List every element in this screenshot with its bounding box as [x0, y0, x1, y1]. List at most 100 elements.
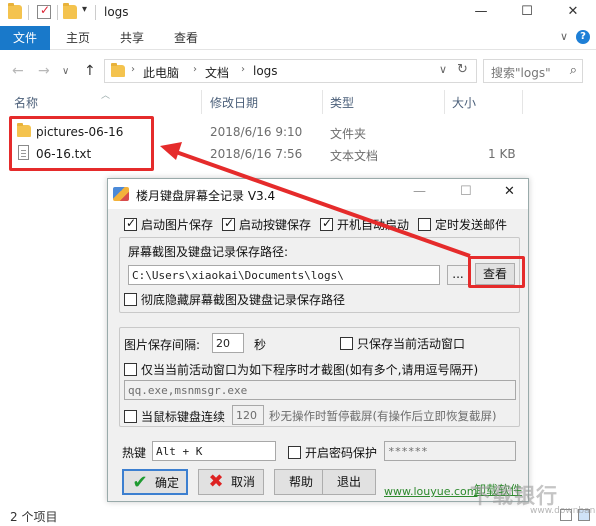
breadcrumb-separator[interactable]: ›	[193, 64, 197, 75]
password-input[interactable]: ******	[384, 441, 516, 461]
dialog-maximize-button[interactable]: ☐	[460, 184, 472, 199]
idle-suffix: 秒无操作时暂停截屏(有操作后立即恢复截屏)	[269, 409, 497, 423]
column-name[interactable]: 名称	[14, 94, 38, 111]
column-type[interactable]: 类型	[330, 94, 354, 111]
divider	[28, 5, 29, 20]
folder-icon	[111, 63, 125, 77]
option-program-only[interactable]: 仅当当前活动窗口为如下程序时才截图(如有多个,请用逗号隔开)	[124, 361, 478, 378]
option-label: 开机自动启动	[337, 218, 410, 232]
search-placeholder: 搜索"logs"	[491, 66, 551, 80]
new-folder-icon[interactable]	[63, 3, 77, 19]
minimize-button[interactable]: —	[458, 0, 504, 26]
close-icon: ✖	[208, 470, 224, 492]
website-link[interactable]: www.louyue.com	[384, 485, 477, 498]
search-icon[interactable]: ⌕	[570, 63, 577, 78]
recent-locations-button[interactable]: ∨	[62, 66, 69, 77]
tab-view[interactable]: 查看	[166, 26, 206, 50]
file-modified: 2018/6/16 7:56	[210, 147, 303, 161]
interval-unit: 秒	[254, 338, 267, 352]
option-label: 启动按键保存	[239, 218, 312, 232]
back-button[interactable]: ←	[12, 63, 24, 79]
option-hide-path[interactable]: 彻底隐藏屏幕截图及键盘记录保存路径	[124, 291, 345, 308]
address-dropdown-button[interactable]: ∨	[439, 63, 447, 76]
close-button[interactable]: ✕	[550, 0, 596, 26]
path-input[interactable]: C:\Users\xiaokai\Documents\logs\	[128, 265, 440, 285]
sort-ascending-icon: ︿	[101, 91, 111, 101]
interval-input[interactable]: 20	[212, 333, 244, 353]
option-idle-pause[interactable]: 当鼠标键盘连续	[124, 408, 225, 425]
help-button[interactable]: 帮助	[274, 469, 328, 495]
checkbox-icon[interactable]	[340, 337, 353, 350]
checkbox-icon[interactable]	[124, 293, 137, 306]
file-type: 文本文档	[330, 149, 379, 163]
ok-button[interactable]: ✔ 确定	[122, 469, 188, 495]
column-divider[interactable]	[444, 90, 445, 114]
settings-dialog: 楼月键盘屏幕全记录 V3.4 — ☐ ✕ 启动图片保存 启动按键保存 开机自动启…	[107, 178, 529, 502]
breadcrumb-separator[interactable]: ›	[131, 64, 135, 75]
column-size[interactable]: 大小	[452, 94, 476, 111]
breadcrumb-separator[interactable]: ›	[241, 64, 245, 75]
checkbox-checked-icon[interactable]	[124, 216, 137, 231]
checkbox-checked-icon[interactable]	[320, 216, 333, 231]
option-image-save[interactable]: 启动图片保存	[124, 216, 213, 233]
option-autostart[interactable]: 开机自动启动	[320, 216, 409, 233]
option-key-save[interactable]: 启动按键保存	[222, 216, 311, 233]
breadcrumb-documents[interactable]: 文档	[205, 64, 229, 81]
properties-icon[interactable]	[37, 3, 51, 19]
cancel-button[interactable]: ✖ 取消	[198, 469, 264, 495]
option-email[interactable]: 定时发送邮件	[418, 216, 507, 233]
option-active-window[interactable]: 只保存当前活动窗口	[340, 335, 465, 352]
divider	[57, 5, 58, 20]
option-label: 当鼠标键盘连续	[141, 410, 226, 424]
checkbox-icon[interactable]	[124, 410, 137, 423]
forward-button[interactable]: →	[38, 63, 50, 79]
option-label: 启动图片保存	[141, 218, 214, 232]
highlight-box	[9, 116, 154, 171]
tab-share[interactable]: 共享	[112, 26, 152, 50]
file-modified: 2018/6/16 9:10	[210, 125, 303, 139]
app-icon	[113, 187, 129, 201]
exit-button[interactable]: 退出	[322, 469, 376, 495]
checkbox-icon[interactable]	[288, 446, 301, 459]
checkbox-checked-icon[interactable]	[222, 216, 235, 231]
check-icon: ✔	[132, 471, 148, 493]
program-list-input[interactable]: qq.exe,msnmsgr.exe	[124, 380, 516, 400]
checkbox-icon[interactable]	[418, 218, 431, 231]
navigation-bar: ← → ∨ ↑ › 此电脑 › 文档 › logs ∨ ↻ 搜索"logs" ⌕	[0, 55, 596, 87]
cancel-label: 取消	[230, 475, 255, 489]
dialog-minimize-button[interactable]: —	[413, 184, 426, 199]
idle-seconds-input[interactable]: 120	[232, 405, 264, 425]
dialog-close-button[interactable]: ✕	[504, 184, 515, 199]
maximize-button[interactable]: ☐	[504, 0, 550, 26]
chevron-down-icon[interactable]: ∨	[560, 30, 568, 43]
dialog-title: 楼月键盘屏幕全记录 V3.4	[136, 189, 276, 203]
column-divider[interactable]	[201, 90, 202, 114]
hotkey-input[interactable]: Alt + K	[152, 441, 276, 461]
ok-label: 确定	[154, 476, 179, 490]
hotkey-label: 热键	[122, 446, 147, 460]
column-modified[interactable]: 修改日期	[210, 94, 258, 111]
up-button[interactable]: ↑	[84, 63, 96, 79]
column-divider[interactable]	[522, 90, 523, 114]
tab-home[interactable]: 主页	[58, 26, 98, 50]
column-divider[interactable]	[322, 90, 323, 114]
ribbon-tabs: 文件 主页 共享 查看 ∨ ?	[0, 26, 596, 50]
tab-file[interactable]: 文件	[0, 26, 50, 50]
search-input[interactable]: 搜索"logs" ⌕	[483, 59, 583, 83]
option-label: 开启密码保护	[305, 446, 378, 460]
customize-toolbar-icon[interactable]: ▾	[82, 4, 87, 15]
interval-label: 图片保存间隔:	[124, 338, 201, 352]
column-headers: ︿ 名称 修改日期 类型 大小	[0, 90, 596, 114]
file-size: 1 KB	[488, 147, 516, 161]
checkbox-icon[interactable]	[124, 363, 137, 376]
folder-icon	[8, 3, 22, 19]
browse-button[interactable]: ...	[447, 265, 469, 285]
address-bar[interactable]: › 此电脑 › 文档 › logs ∨ ↻	[104, 59, 477, 83]
divider	[95, 5, 96, 20]
help-icon[interactable]: ?	[576, 30, 590, 44]
refresh-button[interactable]: ↻	[457, 62, 468, 77]
path-label: 屏幕截图及键盘记录保存路径:	[128, 245, 289, 259]
breadcrumb-logs[interactable]: logs	[253, 64, 278, 78]
breadcrumb-this-pc[interactable]: 此电脑	[143, 64, 179, 81]
option-password[interactable]: 开启密码保护	[288, 444, 377, 461]
